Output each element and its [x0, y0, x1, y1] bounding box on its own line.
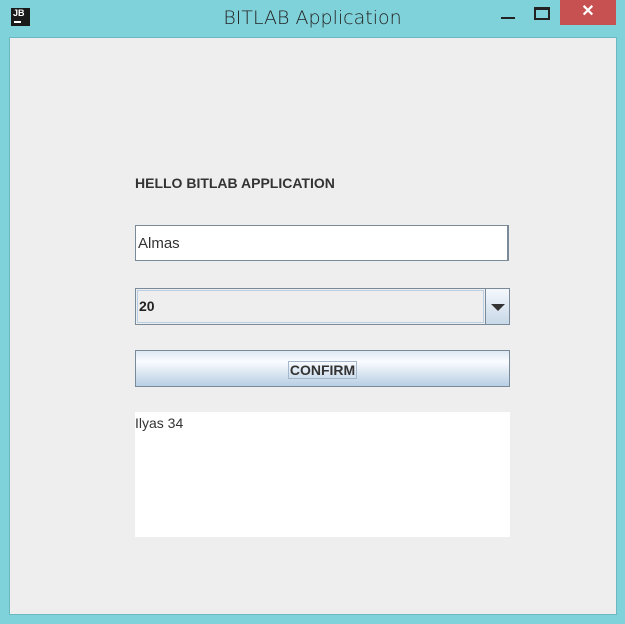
combo-field — [137, 290, 484, 323]
combo-selected-value: 20 — [139, 298, 155, 314]
confirm-button[interactable]: CONFIRM — [135, 350, 510, 387]
minimize-button[interactable] — [501, 17, 515, 19]
window-content: HELLO BITLAB APPLICATION Almas 20 CONFIR… — [9, 37, 617, 615]
heading-label: HELLO BITLAB APPLICATION — [135, 175, 335, 191]
title-bar: JB BITLAB Application ✕ — [0, 0, 625, 37]
maximize-button[interactable] — [534, 7, 550, 20]
window-title: BITLAB Application — [223, 7, 402, 29]
chevron-down-icon[interactable] — [485, 289, 509, 324]
confirm-label: CONFIRM — [287, 361, 358, 379]
age-combobox[interactable]: 20 — [135, 288, 510, 325]
output-textarea[interactable]: Ilyas 34 — [135, 412, 510, 537]
name-input[interactable]: Almas — [135, 225, 509, 261]
close-button[interactable]: ✕ — [560, 0, 616, 25]
